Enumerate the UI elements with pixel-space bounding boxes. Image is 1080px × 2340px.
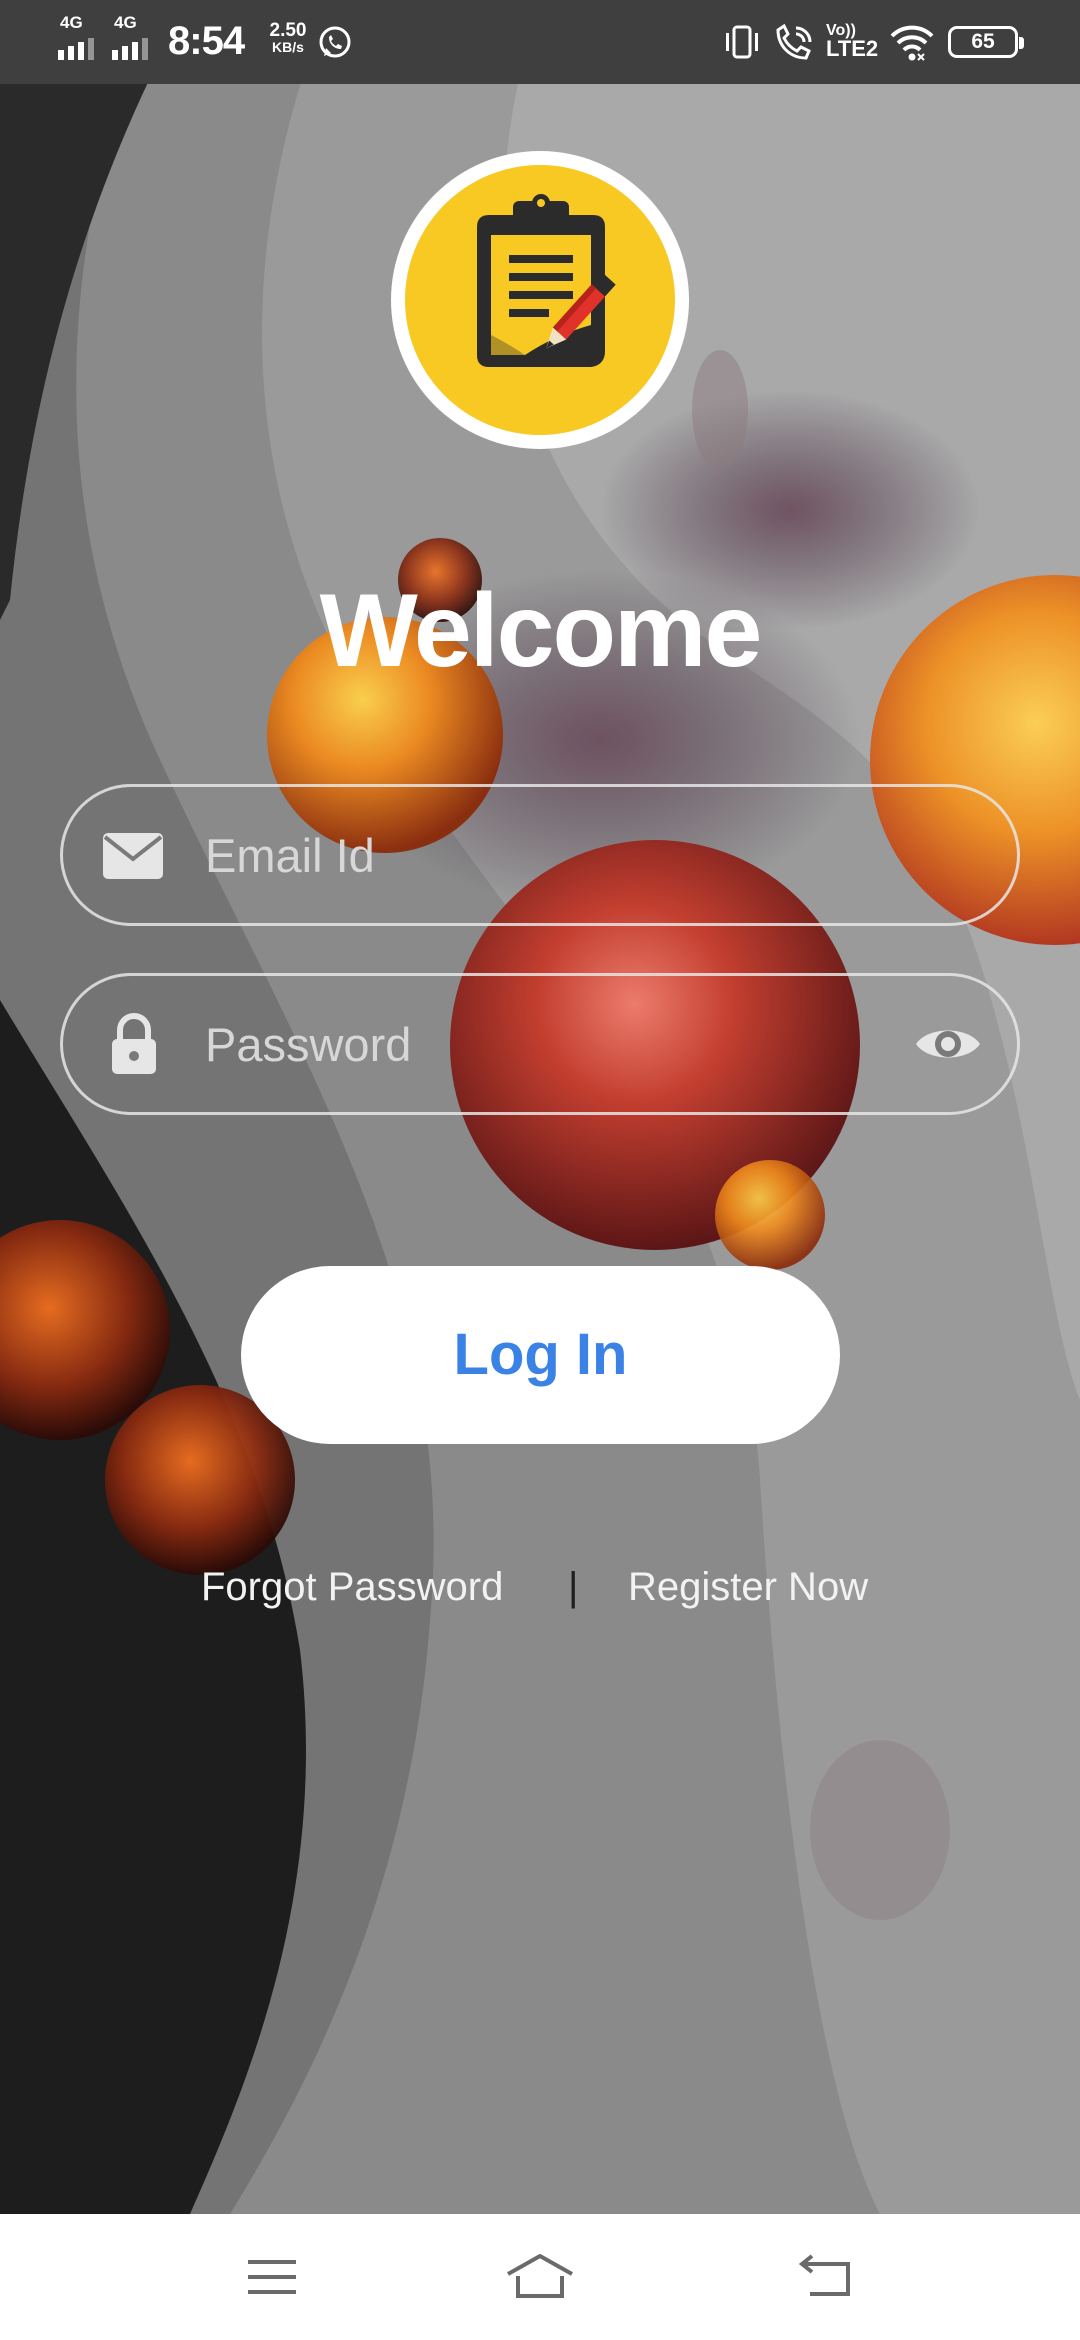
clock: 8:54: [168, 19, 245, 63]
menu-icon[interactable]: [244, 2250, 300, 2304]
lock-icon: [112, 1013, 156, 1074]
clipboard-pencil-icon: [477, 194, 616, 367]
login-button[interactable]: Log In: [241, 1266, 840, 1444]
email-field[interactable]: [60, 784, 1020, 926]
network-type-label: 4G: [114, 13, 137, 32]
app-logo: [391, 151, 689, 449]
page-title: Welcome: [319, 573, 763, 689]
wifi-calling-icon: [776, 23, 812, 60]
register-now-link[interactable]: Register Now: [628, 1561, 868, 1613]
email-input[interactable]: [205, 787, 905, 923]
battery-icon: 65: [948, 26, 1024, 58]
forgot-password-link[interactable]: Forgot Password: [201, 1561, 503, 1613]
network-speed-unit: KB/s: [272, 39, 304, 55]
back-icon[interactable]: [794, 2250, 858, 2304]
network-type-label: 4G: [60, 13, 83, 32]
status-bar: 4G 4G 8:54 2.50 KB/s Vo)) LTE2 65: [0, 0, 1080, 84]
app-logo-badge: [405, 165, 675, 435]
wifi-icon: [890, 25, 934, 61]
network-speed-value: 2.50: [269, 20, 307, 41]
home-icon[interactable]: [504, 2250, 576, 2304]
password-field[interactable]: [60, 973, 1020, 1115]
battery-level: 65: [971, 30, 995, 53]
volte-indicator: Vo)) LTE2: [826, 22, 882, 61]
network-signal-1: 4G: [58, 14, 110, 64]
vibrate-icon: [726, 25, 758, 59]
eye-icon[interactable]: [913, 1020, 983, 1068]
battery-tip: [1019, 37, 1024, 49]
password-input[interactable]: [205, 976, 905, 1112]
network-speed: 2.50 KB/s: [258, 20, 318, 56]
network-signal-2: 4G: [112, 14, 164, 64]
navigation-bar: [0, 2214, 1080, 2340]
mail-icon: [103, 833, 163, 879]
link-separator: |: [568, 1565, 579, 1609]
signal-icon: [112, 38, 148, 60]
signal-icon: [58, 38, 94, 60]
whatsapp-icon: [319, 26, 351, 58]
lte-label: LTE2: [826, 36, 879, 61]
